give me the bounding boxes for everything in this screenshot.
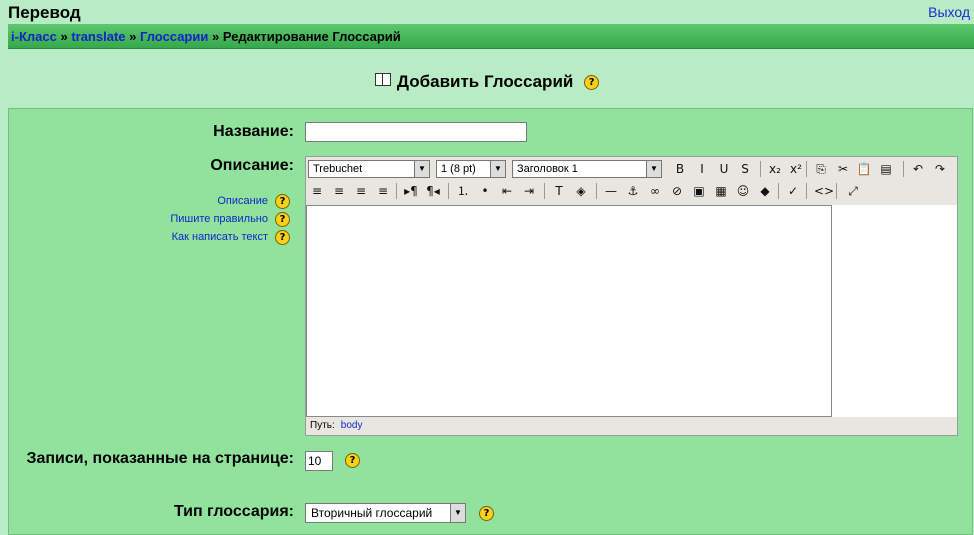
help-icon[interactable]: ? <box>275 230 290 245</box>
outdent-icon[interactable]: ⇤ <box>498 182 516 200</box>
copy-icon[interactable]: ⎘ <box>812 160 830 178</box>
spellcheck-icon[interactable]: ✓ <box>784 182 802 200</box>
table-icon[interactable]: ▦ <box>712 182 730 200</box>
unlink-icon[interactable]: ⊘ <box>668 182 686 200</box>
bold-icon[interactable]: B <box>671 160 689 178</box>
toolbar-separator <box>836 183 837 199</box>
hr-icon[interactable]: — <box>602 182 620 200</box>
link-icon[interactable]: ∞ <box>646 182 664 200</box>
toolbar-separator <box>448 183 449 199</box>
editor-side-area <box>832 205 957 417</box>
fullscreen-icon[interactable]: ⤢ <box>844 182 862 200</box>
align-right-icon[interactable]: ≡ <box>352 182 370 200</box>
breadcrumb-current: Редактирование Глоссарий <box>222 29 401 44</box>
toolbar-separator <box>806 183 807 199</box>
font-family-select[interactable]: Trebuchet ▼ <box>308 160 430 178</box>
redo-icon[interactable]: ↷ <box>931 160 949 178</box>
anchor-icon[interactable]: ⚓ <box>624 182 642 200</box>
paste-word-icon[interactable]: ▤ <box>877 160 895 178</box>
help-link-how-to-write[interactable]: Как написать текст <box>172 231 268 243</box>
description-help-links: Описание ? Пишите правильно ? Как написа… <box>100 194 290 248</box>
glossary-type-select[interactable]: Вторичный глоссарий ▼ <box>305 503 466 523</box>
breadcrumb-sep: » <box>211 29 220 44</box>
underline-icon[interactable]: U <box>715 160 733 178</box>
toolbar-separator <box>396 183 397 199</box>
toolbar-separator <box>760 161 761 177</box>
ordered-list-icon[interactable]: ⒈ <box>454 182 472 200</box>
breadcrumb-glossaries[interactable]: Глоссарии <box>140 29 208 44</box>
format-select[interactable]: Заголовок 1 ▼ <box>512 160 662 178</box>
chevron-down-icon: ▼ <box>490 161 505 177</box>
undo-icon[interactable]: ↶ <box>909 160 927 178</box>
unordered-list-icon[interactable]: • <box>476 182 494 200</box>
indent-icon[interactable]: ⇥ <box>520 182 538 200</box>
help-icon[interactable]: ? <box>275 194 290 209</box>
help-icon[interactable]: ? <box>584 75 600 90</box>
align-left-icon[interactable]: ≡ <box>308 182 326 200</box>
breadcrumb: i-Класс » translate » Глоссарии » Редакт… <box>11 29 401 44</box>
subscript-icon[interactable]: x₂ <box>766 160 784 178</box>
description-label: Описание: <box>210 157 294 174</box>
toolbar-separator <box>778 183 779 199</box>
path-label: Путь: <box>310 420 335 431</box>
path-body-link[interactable]: body <box>341 420 363 431</box>
editor-content-area[interactable] <box>306 205 832 417</box>
help-icon[interactable]: ? <box>275 212 290 227</box>
chevron-down-icon: ▼ <box>414 161 429 177</box>
italic-icon[interactable]: I <box>693 160 711 178</box>
html-source-icon[interactable]: <> <box>814 182 834 200</box>
page-title: Добавить Глоссарий <box>396 72 574 91</box>
help-icon[interactable]: ? <box>479 506 494 521</box>
site-title: Перевод <box>8 3 81 22</box>
html-editor: Trebuchet ▼ 1 (8 pt) ▼ Заголовок 1 ▼ B I U Sx₂… <box>305 156 958 436</box>
entries-label: Записи, показанные на странице: <box>26 450 294 467</box>
toolbar-separator <box>596 183 597 199</box>
logout-link[interactable]: Выход <box>928 4 970 20</box>
glossary-icon <box>374 73 391 86</box>
breadcrumb-sep: » <box>129 29 137 44</box>
smiley-icon[interactable]: ☺ <box>734 182 752 200</box>
navbar: i-Класс » translate » Глоссарии » Редакт… <box>8 24 974 49</box>
superscript-icon[interactable]: x² <box>787 160 805 178</box>
editor-status-bar: Путь: body <box>306 417 957 435</box>
name-input[interactable] <box>305 122 527 142</box>
help-icon[interactable]: ? <box>345 453 360 468</box>
breadcrumb-home[interactable]: i-Класс <box>11 29 57 44</box>
help-link-write-well[interactable]: Пишите правильно <box>170 213 268 225</box>
font-size-select[interactable]: 1 (8 pt) ▼ <box>436 160 506 178</box>
ltr-icon[interactable]: ▸¶ <box>402 182 420 200</box>
glossary-type-label: Тип глоссария: <box>173 503 294 520</box>
breadcrumb-sep: » <box>60 29 68 44</box>
text-color-icon[interactable]: T <box>550 182 568 200</box>
page-heading: Добавить Глоссарий ? <box>0 72 974 92</box>
breadcrumb-course[interactable]: translate <box>71 29 125 44</box>
align-center-icon[interactable]: ≡ <box>330 182 348 200</box>
justify-icon[interactable]: ≡ <box>374 182 392 200</box>
toolbar-separator <box>544 183 545 199</box>
image-icon[interactable]: ▣ <box>690 182 708 200</box>
entries-per-page-input[interactable] <box>305 451 333 471</box>
rtl-icon[interactable]: ¶◂ <box>424 182 442 200</box>
cut-icon[interactable]: ✂ <box>834 160 852 178</box>
help-link-description[interactable]: Описание <box>217 195 268 207</box>
paste-icon[interactable]: 📋 <box>855 160 873 178</box>
toolbar-separator <box>903 161 904 177</box>
toolbar-separator <box>806 161 807 177</box>
name-label: Название: <box>213 123 294 140</box>
chevron-down-icon: ▼ <box>646 161 661 177</box>
bg-color-icon[interactable]: ◈ <box>572 182 590 200</box>
strikethrough-icon[interactable]: S <box>736 160 754 178</box>
chevron-down-icon: ▼ <box>450 504 465 522</box>
special-char-icon[interactable]: ◆ <box>756 182 774 200</box>
